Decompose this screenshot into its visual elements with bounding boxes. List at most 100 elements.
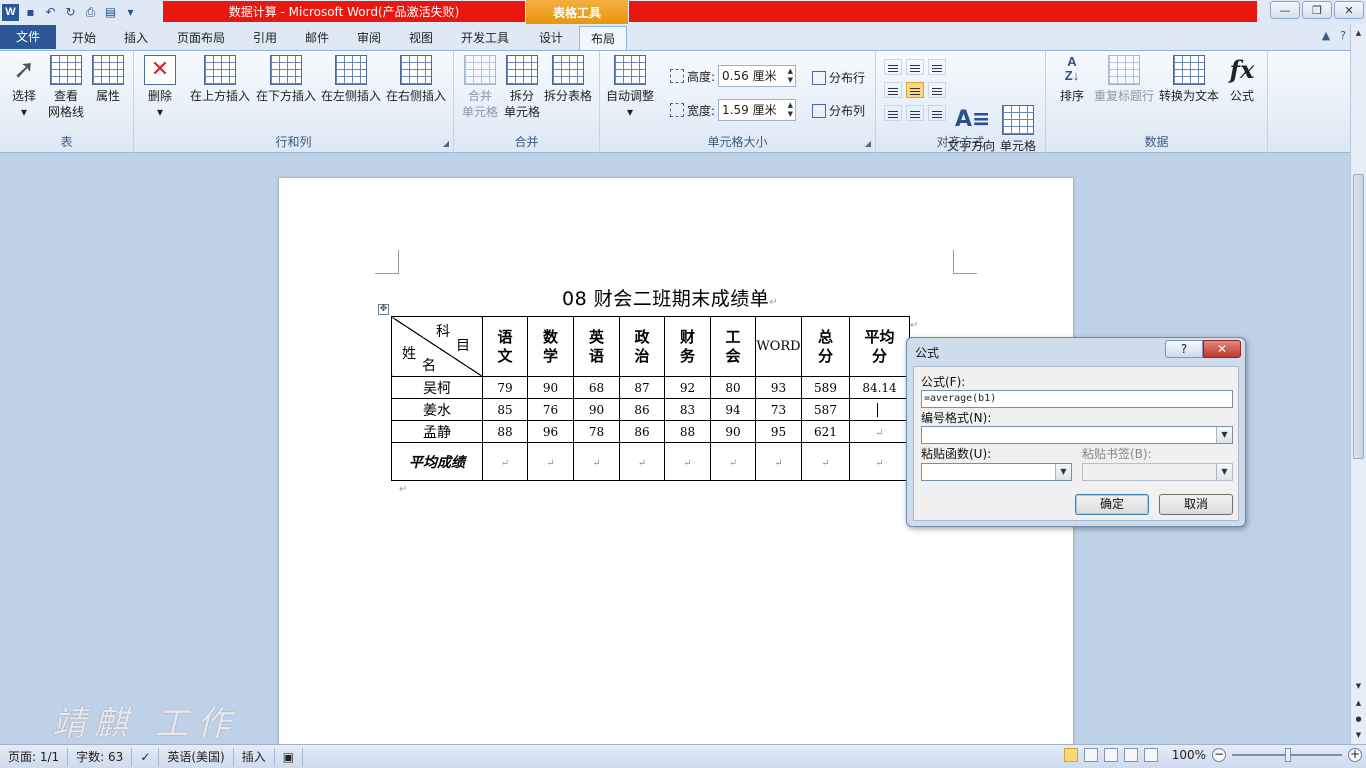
split-table-button[interactable]: 拆分表格 [544,55,592,104]
browse-object-icon[interactable]: ● [1351,712,1366,726]
undo-icon[interactable]: ↶ [42,4,59,21]
vertical-scrollbar[interactable]: ▲ ▼ ▲ ● ▼ [1350,24,1366,744]
average-cell[interactable]: ↵ [849,420,910,443]
score-cell[interactable]: 87 [619,376,665,399]
distribute-cols-button[interactable]: 分布列 [812,102,865,119]
zoom-in-icon[interactable]: + [1348,748,1362,762]
distribute-rows-button[interactable]: 分布行 [812,69,865,86]
scroll-thumb[interactable] [1353,174,1364,459]
convert-to-text-button[interactable]: 转换为文本 [1159,55,1219,104]
full-screen-reading-icon[interactable] [1083,748,1098,762]
student-name-cell[interactable]: 姜水 [391,398,483,421]
align-middle-center-icon[interactable] [906,82,924,98]
restore-button[interactable]: ❐ [1302,1,1332,19]
tab-home[interactable]: 开始 [62,26,106,50]
header-cell[interactable]: 财务 [664,316,711,377]
merge-cells-button[interactable]: 合并 单元格 [462,55,498,120]
grade-table[interactable]: 科 目 姓 名 语文 数学 英语 政治 财务 工会 WORD 总分 平均分 吴柯… [391,316,910,481]
diagonal-header-cell[interactable]: 科 目 姓 名 [391,316,483,377]
autofit-button[interactable]: 自动调整 ▾ [606,55,654,120]
align-top-center-icon[interactable] [906,59,924,75]
header-cell[interactable]: WORD [755,316,802,377]
tab-mailings[interactable]: 邮件 [295,26,339,50]
split-cells-button[interactable]: 拆分 单元格 [504,55,540,120]
empty-cell[interactable]: ↵ [710,442,756,481]
score-cell[interactable]: 78 [573,420,620,443]
view-gridlines-button[interactable]: 查看 网格线 [48,55,84,120]
align-bottom-left-icon[interactable] [884,105,902,121]
repeat-header-rows-button[interactable]: 重复标题行 [1094,55,1154,104]
spinner-icon[interactable]: ▲ ▼ [788,67,793,85]
header-cell[interactable]: 平均分 [849,316,910,377]
empty-cell[interactable]: ↵ [755,442,802,481]
prev-page-icon[interactable]: ▲ [1351,696,1366,710]
empty-cell[interactable]: ↵ [801,442,850,481]
insert-above-button[interactable]: 在上方插入 [190,55,250,104]
score-cell[interactable]: 76 [527,398,574,421]
dropdown-arrow-icon[interactable]: ▼ [1055,464,1071,480]
total-cell[interactable]: 587 [801,398,850,421]
save-icon[interactable]: ▪ [22,4,39,21]
align-top-left-icon[interactable] [884,59,902,75]
total-cell[interactable]: 621 [801,420,850,443]
tab-review[interactable]: 审阅 [347,26,391,50]
draft-view-icon[interactable] [1143,748,1158,762]
student-name-cell[interactable]: 吴柯 [391,376,483,399]
row-height-input[interactable]: 0.56 厘米 ▲ ▼ [718,65,797,87]
header-cell[interactable]: 政治 [619,316,665,377]
web-layout-icon[interactable] [1103,748,1118,762]
zoom-level[interactable]: 100% [1172,748,1206,762]
align-bottom-center-icon[interactable] [906,105,924,121]
paste-function-select[interactable]: ▼ [921,463,1072,481]
align-middle-left-icon[interactable] [884,82,902,98]
delete-button[interactable]: ✕ 删除 ▾ [144,55,176,120]
header-cell[interactable]: 语文 [482,316,528,377]
score-cell[interactable]: 90 [573,398,620,421]
empty-cell[interactable]: ↵ [849,442,910,481]
score-cell[interactable]: 90 [527,376,574,399]
formula-button[interactable]: fx 公式 [1226,55,1258,104]
score-cell[interactable]: 95 [755,420,802,443]
language-indicator[interactable]: 英语(美国) [159,747,234,766]
formula-input[interactable]: =average(b1) [921,390,1233,408]
dialog-launcher-icon[interactable]: ◢ [443,139,449,148]
score-cell[interactable]: 94 [710,398,756,421]
help-icon[interactable]: ? [1340,29,1346,42]
average-cell-active[interactable] [849,398,910,421]
tab-insert[interactable]: 插入 [114,26,158,50]
score-cell[interactable]: 68 [573,376,620,399]
score-cell[interactable]: 83 [664,398,711,421]
dialog-help-button[interactable]: ? [1165,340,1203,358]
header-cell[interactable]: 英语 [573,316,620,377]
zoom-slider[interactable] [1232,748,1342,762]
score-cell[interactable]: 86 [619,398,665,421]
cancel-button[interactable]: 取消 [1159,494,1233,515]
align-bottom-right-icon[interactable] [928,105,946,121]
score-cell[interactable]: 80 [710,376,756,399]
score-cell[interactable]: 92 [664,376,711,399]
text-direction-button[interactable]: A≡ 文字方向 [947,105,995,154]
number-format-select[interactable]: ▼ [921,426,1233,444]
score-cell[interactable]: 73 [755,398,802,421]
insert-right-button[interactable]: 在右侧插入 [386,55,446,104]
dialog-close-button[interactable]: ✕ [1203,340,1241,358]
tab-references[interactable]: 引用 [243,26,287,50]
document-title[interactable]: 08 财会二班期末成绩单↵ [562,284,778,311]
minimize-button[interactable]: — [1270,1,1300,19]
score-cell[interactable]: 88 [482,420,528,443]
score-cell[interactable]: 86 [619,420,665,443]
minimize-ribbon-icon[interactable]: ▲ [1322,29,1330,42]
header-cell[interactable]: 总分 [801,316,850,377]
table-move-handle-icon[interactable]: ✥ [378,304,389,315]
zoom-out-icon[interactable]: − [1212,748,1226,762]
next-page-icon[interactable]: ▼ [1351,728,1366,742]
word-app-icon[interactable]: W [2,3,19,21]
insert-left-button[interactable]: 在左侧插入 [321,55,381,104]
average-cell[interactable]: 84.14 [849,376,910,399]
print-layout-view-icon[interactable] [1063,748,1078,762]
customize-qat-icon[interactable]: ▾ [122,4,139,21]
sort-button[interactable]: A Z↓ 排序 [1056,55,1088,104]
page-count[interactable]: 页面: 1/1 [0,747,69,766]
outline-view-icon[interactable] [1123,748,1138,762]
proofing-icon[interactable]: ✓ [132,747,160,766]
